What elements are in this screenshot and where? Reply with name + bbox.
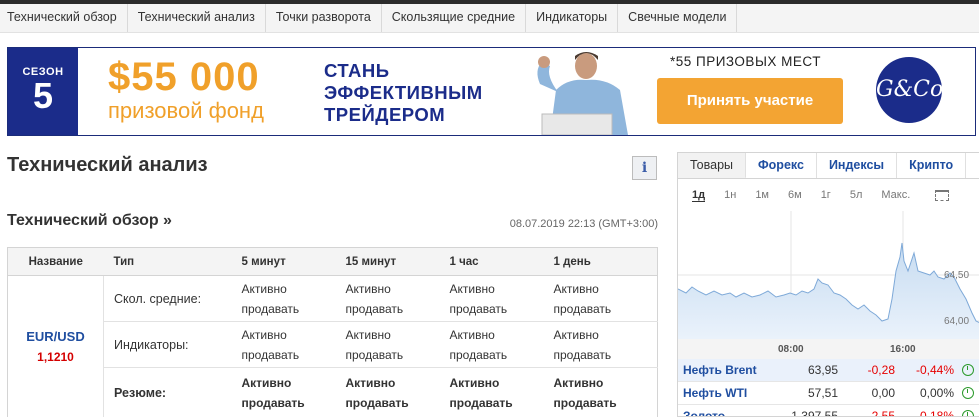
quote-change-pct: -0,44% <box>915 363 954 377</box>
season-number: 5 <box>32 75 54 116</box>
signal-cell: Активно продавать <box>335 321 440 368</box>
row-type: Скол. средние: <box>103 275 232 322</box>
quote-last: 63,95 <box>807 363 838 377</box>
row-type: Резюме: <box>103 367 232 417</box>
quote-row[interactable]: Нефть WTI 57,51 0,00 0,00% <box>678 382 979 405</box>
section-title[interactable]: Технический обзор » <box>7 212 172 230</box>
quote-change-pct: -0,18% <box>915 409 954 417</box>
widget-tabs: Товары Форекс Индексы Крипто ⋮ <box>678 153 979 179</box>
y-axis-label: 64,50 <box>944 270 969 281</box>
quotes-list: Нефть Brent 63,95 -0,28 -0,44% Нефть WTI… <box>678 359 979 417</box>
period-1y[interactable]: 1г <box>821 189 831 201</box>
quote-last: 1.397,55 <box>791 409 838 417</box>
technical-analysis-panel: Технический анализ i Технический обзор »… <box>7 150 658 417</box>
signal-cell: Активно продавать <box>543 275 658 322</box>
period-selector: 1д 1н 1м 6м 1г 5л Макс. <box>678 179 979 211</box>
more-icon[interactable]: ⋮ <box>966 153 979 178</box>
subnav-indicators[interactable]: Индикаторы <box>526 4 619 32</box>
info-button[interactable]: i <box>632 156 657 180</box>
signal-cell: Активно продавать <box>543 321 658 368</box>
participate-button[interactable]: Принять участие <box>657 78 843 124</box>
prize-places: *55 ПРИЗОВЫХ МЕСТ <box>670 54 821 69</box>
sub-navigation: Технический обзор Технический анализ Точ… <box>0 4 979 33</box>
subnav-candlestick-patterns[interactable]: Свечные модели <box>618 4 738 32</box>
pair-link[interactable]: EUR/USD <box>8 327 103 347</box>
quote-last: 57,51 <box>807 386 838 400</box>
period-6m[interactable]: 6м <box>788 189 802 201</box>
tab-crypto[interactable]: Крипто <box>897 153 967 178</box>
column-header: 5 минут <box>231 247 336 276</box>
signal-cell: Активно продавать <box>335 275 440 322</box>
table-row: EUR/USD 1,1210 Скол. средние: Активно пр… <box>7 275 658 417</box>
quote-name[interactable]: Нефть WTI <box>678 386 778 400</box>
quote-name[interactable]: Нефть Brent <box>678 363 778 377</box>
tab-indices[interactable]: Индексы <box>817 153 898 178</box>
pair-cell: EUR/USD 1,1210 <box>7 275 104 417</box>
subnav-moving-averages[interactable]: Скользящие средние <box>382 4 527 32</box>
ad-banner[interactable]: СЕЗОН 5 $55 000 призовой фонд СТАНЬ ЭФФЕ… <box>7 47 976 136</box>
brand-logo-text: G&Co <box>876 77 944 102</box>
summary-signal: Активно продавать <box>231 367 336 417</box>
info-icon: i <box>641 160 648 176</box>
prize-block: $55 000 призовой фонд <box>108 56 264 123</box>
column-header: 1 день <box>543 247 658 276</box>
row-type: Индикаторы: <box>103 321 232 368</box>
column-header: 1 час <box>439 247 544 276</box>
subnav-technical-analysis[interactable]: Технический анализ <box>128 4 266 32</box>
brand-logo: G&Co <box>876 57 944 123</box>
period-max[interactable]: Макс. <box>881 189 910 201</box>
technical-summary-table: Название Тип 5 минут 15 минут 1 час 1 де… <box>7 247 658 417</box>
signal-cell: Активно продавать <box>439 321 544 368</box>
trader-photo <box>528 48 638 135</box>
clock-icon <box>962 364 974 376</box>
tab-forex[interactable]: Форекс <box>746 153 817 178</box>
slogan-line: СТАНЬ <box>324 60 390 81</box>
period-1d[interactable]: 1д <box>692 189 706 202</box>
quote-row[interactable]: Золото 1.397,55 -2,55 -0,18% <box>678 405 979 417</box>
quote-change: -0,28 <box>867 363 895 377</box>
subnav-pivot-points[interactable]: Точки разворота <box>266 4 382 32</box>
period-1m[interactable]: 1м <box>755 189 769 201</box>
x-axis-label: 16:00 <box>890 344 916 355</box>
price-chart: 64,50 64,00 08:00 16:00 <box>678 211 979 359</box>
column-header: Название <box>7 247 104 276</box>
subnav-technical-overview[interactable]: Технический обзор <box>0 4 128 32</box>
summary-signal: Активно продавать <box>335 367 440 417</box>
timestamp: 08.07.2019 22:13 (GMT+3:00) <box>509 218 658 230</box>
x-axis-label: 08:00 <box>778 344 804 355</box>
pair-price: 1,1210 <box>37 349 74 364</box>
y-axis-label: 64,00 <box>944 316 969 327</box>
table-row-summary: Резюме: Активно продавать Активно продав… <box>8 367 658 417</box>
column-header: 15 минут <box>335 247 440 276</box>
table-row: Индикаторы: Активно продавать Активно пр… <box>8 321 658 368</box>
signal-cell: Активно продавать <box>231 321 336 368</box>
clock-icon <box>962 410 974 416</box>
slogan-line: ТРЕЙДЕРОМ <box>324 104 446 125</box>
quote-row[interactable]: Нефть Brent 63,95 -0,28 -0,44% <box>678 359 979 382</box>
signal-cell: Активно продавать <box>439 275 544 322</box>
prize-fund: призовой фонд <box>108 98 264 123</box>
quote-change: 0,00 <box>871 386 895 400</box>
quote-change: -2,55 <box>867 409 895 417</box>
slogan-line: ЭФФЕКТИВНЫМ <box>324 82 483 103</box>
expand-chart-icon[interactable] <box>935 189 950 201</box>
slogan: СТАНЬ ЭФФЕКТИВНЫМ ТРЕЙДЕРОМ <box>324 60 483 126</box>
summary-signal: Активно продавать <box>543 367 658 417</box>
page-title: Технический анализ <box>7 154 208 176</box>
price-area <box>678 243 979 339</box>
season-block: СЕЗОН 5 <box>8 48 78 135</box>
x-axis-band <box>678 339 979 359</box>
signal-cell: Активно продавать <box>231 275 336 322</box>
quote-change-pct: 0,00% <box>919 386 954 400</box>
quotes-widget: Товары Форекс Индексы Крипто ⋮ 1д 1н 1м … <box>677 152 979 417</box>
summary-signal: Активно продавать <box>439 367 544 417</box>
prize-amount: $55 000 <box>108 55 260 99</box>
quote-name[interactable]: Золото <box>678 409 778 416</box>
clock-icon <box>962 387 974 399</box>
tab-commodities[interactable]: Товары <box>678 153 746 178</box>
column-header: Тип <box>103 247 232 276</box>
period-5y[interactable]: 5л <box>850 189 863 201</box>
period-1w[interactable]: 1н <box>724 189 736 201</box>
